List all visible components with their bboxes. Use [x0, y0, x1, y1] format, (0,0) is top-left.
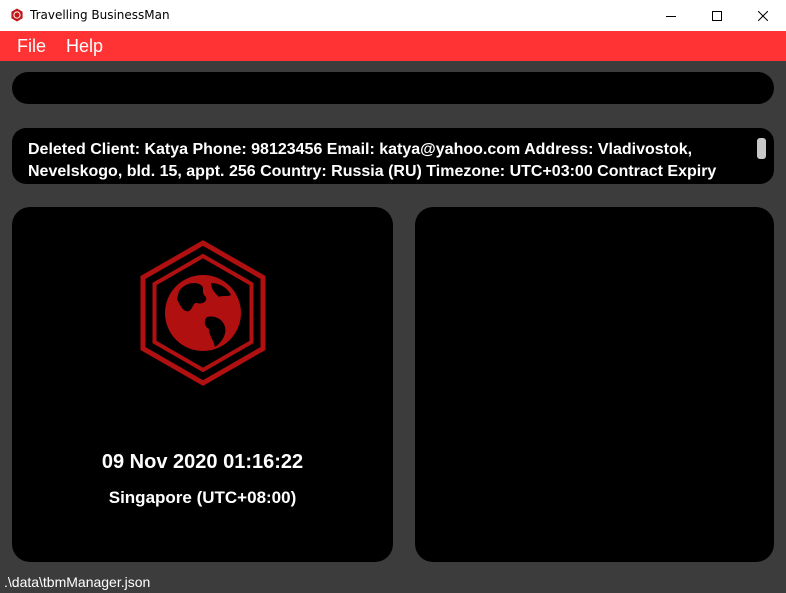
minimize-icon — [666, 15, 676, 17]
detail-panel — [415, 207, 774, 562]
command-input[interactable] — [12, 72, 774, 104]
close-button[interactable] — [740, 0, 786, 31]
clock-panel: 09 Nov 2020 01:16:22 Singapore (UTC+08:0… — [12, 207, 393, 562]
menu-bar: File Help — [0, 31, 786, 61]
menu-help[interactable]: Help — [66, 36, 103, 57]
window-title: Travelling BusinessMan — [30, 8, 170, 22]
maximize-icon — [712, 10, 722, 21]
maximize-button[interactable] — [694, 0, 740, 31]
result-text: Deleted Client: Katya Phone: 98123456 Em… — [28, 141, 717, 180]
status-file-path: .\data\tbmManager.json — [4, 574, 151, 590]
result-scrollbar[interactable] — [757, 138, 766, 159]
clock-timezone: Singapore (UTC+08:00) — [108, 488, 297, 507]
title-bar: Travelling BusinessMan — [0, 0, 786, 31]
clock-datetime: 09 Nov 2020 01:16:22 — [101, 451, 304, 473]
menu-file[interactable]: File — [17, 36, 46, 57]
minimize-button[interactable] — [648, 0, 694, 31]
close-icon — [758, 10, 768, 21]
app-icon — [10, 8, 24, 22]
result-display[interactable]: Deleted Client: Katya Phone: 98123456 Em… — [12, 128, 774, 184]
globe-hexagon-icon — [139, 239, 267, 387]
